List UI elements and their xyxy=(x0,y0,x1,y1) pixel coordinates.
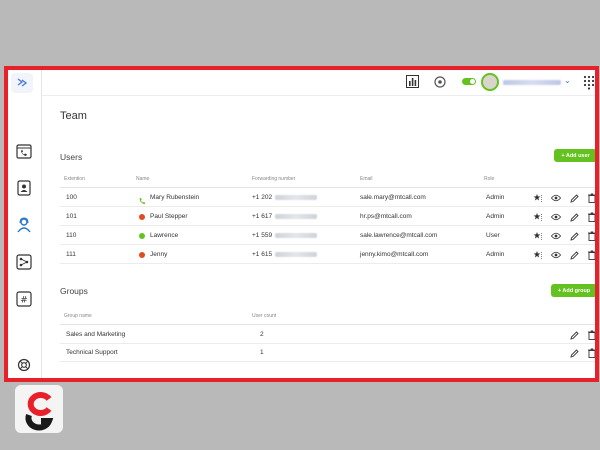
row-role: Admin xyxy=(486,194,505,201)
forwarding-prefix: +1 202 xyxy=(252,194,273,201)
edit-icon[interactable] xyxy=(569,250,579,260)
svg-text:#: # xyxy=(20,296,28,306)
edit-icon[interactable] xyxy=(569,330,579,340)
edit-icon[interactable] xyxy=(569,231,579,241)
contacts-icon[interactable] xyxy=(15,179,33,197)
user-name[interactable] xyxy=(503,80,561,85)
masked-number xyxy=(275,194,318,200)
edit-icon[interactable] xyxy=(569,212,579,222)
availability-toggle[interactable] xyxy=(462,78,476,85)
team-icon[interactable] xyxy=(15,216,33,234)
row-extension: 101 xyxy=(66,213,77,220)
reports-icon[interactable] xyxy=(406,75,419,93)
row-forwarding: +1 617 xyxy=(252,208,318,226)
masked-number xyxy=(275,232,318,238)
col-group-name: Group name xyxy=(64,313,92,319)
row-forwarding: +1 202 xyxy=(252,189,318,207)
view-icon[interactable] xyxy=(551,212,561,222)
watermark-logo xyxy=(15,385,63,433)
delete-icon[interactable] xyxy=(587,231,595,241)
forwarding-prefix: +1 559 xyxy=(252,232,273,239)
row-email: sale.mary@mtcall.com xyxy=(360,194,426,201)
chevron-down-icon[interactable]: ⌄ xyxy=(564,76,571,85)
forwarding-prefix: +1 615 xyxy=(252,251,273,258)
masked-number xyxy=(275,251,318,257)
row-extension: 110 xyxy=(66,232,77,239)
status-dot xyxy=(139,252,145,258)
delete-icon[interactable] xyxy=(587,330,595,340)
row-role: User xyxy=(486,232,500,239)
col-forwarding: Forwarding number xyxy=(252,176,296,182)
view-icon[interactable] xyxy=(551,231,561,241)
screenshot-frame: # ⌄ Team Users + Add user Extention Name… xyxy=(4,66,599,382)
numbers-icon[interactable]: # xyxy=(15,290,33,308)
row-email: sale.lawrence@mtcall.com xyxy=(360,232,438,239)
favorite-icon[interactable] xyxy=(533,250,543,260)
table-row[interactable]: 100 Mary Rubenstein +1 202 sale.mary@mtc… xyxy=(60,189,595,207)
row-email: hr.ps@mtcall.com xyxy=(360,213,412,220)
masked-number xyxy=(275,213,318,219)
row-role: Admin xyxy=(486,251,505,258)
main-content: Team Users + Add user Extention Name For… xyxy=(42,96,595,378)
table-row[interactable]: 101 Paul Stepper +1 617 hr.ps@mtcall.com… xyxy=(60,208,595,226)
app-logo[interactable] xyxy=(11,73,33,93)
row-extension: 100 xyxy=(66,194,77,201)
status-dot xyxy=(139,233,145,239)
calls-icon[interactable] xyxy=(15,142,33,160)
integrations-icon[interactable] xyxy=(15,253,33,271)
col-name: Name xyxy=(136,176,150,182)
row-name: Lawrence xyxy=(150,232,179,239)
group-count: 2 xyxy=(260,331,264,338)
row-extension: 111 xyxy=(66,251,76,258)
table-row[interactable]: Sales and Marketing 2 xyxy=(60,326,595,344)
group-name: Technical Support xyxy=(66,349,118,356)
delete-icon[interactable] xyxy=(587,212,595,222)
help-icon[interactable] xyxy=(15,356,33,374)
favorite-icon[interactable] xyxy=(533,193,543,203)
avatar[interactable] xyxy=(481,73,499,91)
group-count: 1 xyxy=(260,349,264,356)
table-row[interactable]: Technical Support 1 xyxy=(60,344,595,362)
view-icon[interactable] xyxy=(551,193,561,203)
group-name: Sales and Marketing xyxy=(66,331,126,338)
edit-icon[interactable] xyxy=(569,193,579,203)
og-logo-icon xyxy=(25,392,54,431)
status-dot xyxy=(139,214,145,220)
users-section-title: Users xyxy=(60,152,83,162)
delete-icon[interactable] xyxy=(587,193,595,203)
row-name: Mary Rubenstein xyxy=(150,194,200,201)
table-row[interactable]: 111 Jenny +1 615 jenny.kimo@mtcall.com A… xyxy=(60,246,595,264)
row-forwarding: +1 559 xyxy=(252,227,318,245)
col-extension: Extention xyxy=(64,176,85,182)
groups-header-divider xyxy=(60,324,595,325)
col-user-count: User count xyxy=(252,313,277,319)
edit-icon[interactable] xyxy=(569,348,579,358)
row-forwarding: +1 615 xyxy=(252,246,318,264)
row-email: jenny.kimo@mtcall.com xyxy=(360,251,429,258)
table-row[interactable]: 110 Lawrence +1 559 sale.lawrence@mtcall… xyxy=(60,227,595,245)
row-name: Paul Stepper xyxy=(150,213,188,220)
forwarding-prefix: +1 617 xyxy=(252,213,273,220)
users-header-divider xyxy=(60,187,595,188)
groups-section-title: Groups xyxy=(60,286,88,296)
app-logo-icon xyxy=(17,78,28,87)
favorite-icon[interactable] xyxy=(533,212,543,222)
add-user-button[interactable]: + Add user xyxy=(554,149,595,162)
add-group-button[interactable]: + Add group xyxy=(551,284,595,297)
favorite-icon[interactable] xyxy=(533,231,543,241)
page-title: Team xyxy=(60,110,87,122)
top-bar: ⌄ xyxy=(42,70,595,96)
delete-icon[interactable] xyxy=(587,348,595,358)
sidebar: # xyxy=(8,70,42,378)
row-name: Jenny xyxy=(150,251,168,258)
dialpad-icon[interactable] xyxy=(582,74,595,95)
row-role: Admin xyxy=(486,213,505,220)
app-window: # ⌄ Team Users + Add user Extention Name… xyxy=(8,70,595,378)
delete-icon[interactable] xyxy=(587,250,595,260)
view-icon[interactable] xyxy=(551,250,561,260)
col-email: Email xyxy=(360,176,373,182)
col-role: Role xyxy=(484,176,495,182)
settings-icon[interactable] xyxy=(434,75,446,93)
